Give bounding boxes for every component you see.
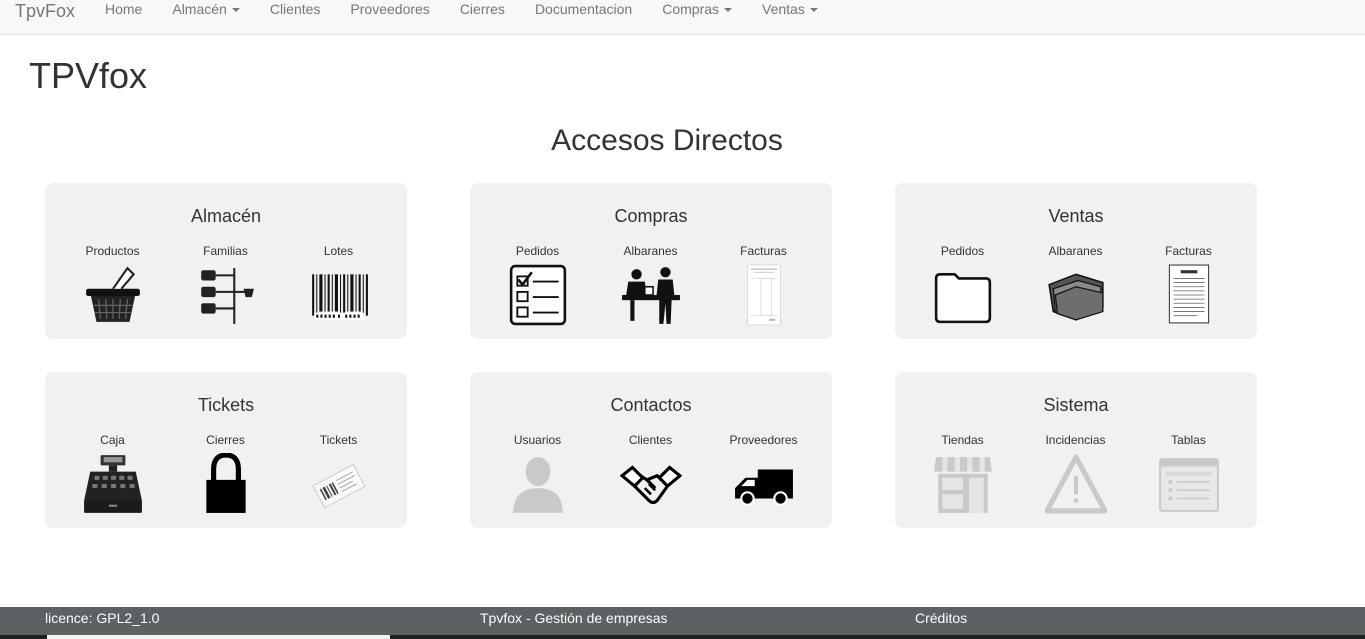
shop-icon xyxy=(933,457,992,513)
navbar-menu: Home Almacén Clientes Proveedores Cierre… xyxy=(90,0,833,20)
footer: licence: GPL2_1.0 Tpvfox - Gestión de em… xyxy=(0,607,1365,639)
shortcut-label: Pedidos xyxy=(940,244,985,258)
shortcut-label: Lotes xyxy=(323,244,354,258)
shopping-basket-icon xyxy=(85,266,140,322)
shortcut-tablas[interactable]: Tablas xyxy=(1132,433,1245,523)
card-contactos: Contactos Usuarios Clientes Proveedores xyxy=(470,372,832,528)
shortcut-tickets[interactable]: Tickets xyxy=(282,433,395,523)
table-window-icon xyxy=(1158,458,1219,512)
shortcut-clientes[interactable]: Clientes xyxy=(594,433,707,523)
delivery-van-icon xyxy=(734,469,793,506)
checklist-icon xyxy=(509,264,566,326)
shortcut-label: Productos xyxy=(85,244,140,258)
card-title: Contactos xyxy=(610,395,692,415)
card-title: Tickets xyxy=(197,395,255,415)
navbar-brand[interactable]: TpvFox xyxy=(15,1,75,22)
card-title: Compras xyxy=(614,206,688,226)
page-title: TPVfox xyxy=(29,55,148,96)
shortcut-productos[interactable]: Productos xyxy=(56,244,169,334)
nav-documentacion[interactable]: Documentacion xyxy=(520,0,647,20)
nav-proveedores[interactable]: Proveedores xyxy=(335,0,444,20)
nav-cierres[interactable]: Cierres xyxy=(445,0,520,20)
shortcut-label: Facturas xyxy=(740,244,787,258)
card-sistema: Sistema Tiendas Incidencias Tablas xyxy=(895,372,1257,528)
shortcut-compras-facturas[interactable]: Facturas xyxy=(707,244,820,334)
caret-down-icon xyxy=(809,8,818,13)
shortcut-label: Tiendas xyxy=(941,433,984,447)
shortcut-label: Albaranes xyxy=(1048,244,1103,258)
card-ventas: Ventas Pedidos Albaranes Facturas xyxy=(895,183,1257,339)
footer-company: Tpvfox - Gestión de empresas xyxy=(480,610,668,626)
shortcut-label: Albaranes xyxy=(623,244,678,258)
receipt-ticket-icon xyxy=(311,463,366,509)
shortcut-label: Incidencias xyxy=(1045,433,1106,447)
shortcut-ventas-facturas[interactable]: Facturas xyxy=(1132,244,1245,334)
shortcut-label: Familias xyxy=(203,244,248,258)
card-almacen: Almacén Productos Familias Lotes xyxy=(45,183,407,339)
invoice-paper-icon xyxy=(746,264,781,326)
invoice-document-icon xyxy=(1168,264,1209,324)
family-tree-icon xyxy=(200,268,254,324)
top-navbar: TpvFox Home Almacén Clientes Proveedores… xyxy=(0,0,1365,35)
folder-open-icon xyxy=(1047,273,1104,321)
handshake-icon xyxy=(619,465,682,505)
nav-home[interactable]: Home xyxy=(90,0,157,20)
shortcut-label: Pedidos xyxy=(515,244,560,258)
nav-ventas-dropdown[interactable]: Ventas xyxy=(747,0,833,20)
shortcut-label: Tablas xyxy=(1171,433,1206,447)
shortcut-label: Cierres xyxy=(206,433,245,447)
shortcut-ventas-pedidos[interactable]: Pedidos xyxy=(906,244,1019,334)
shortcut-cierres[interactable]: Cierres xyxy=(169,433,282,523)
caret-down-icon xyxy=(724,8,733,13)
footer-credits-link[interactable]: Créditos xyxy=(915,610,967,626)
horizontal-scrollbar-thumb[interactable] xyxy=(47,635,390,639)
shortcut-label: Caja xyxy=(100,433,125,447)
footer-licence: licence: GPL2_1.0 xyxy=(45,610,160,626)
caret-down-icon xyxy=(231,8,240,13)
nav-compras-dropdown[interactable]: Compras xyxy=(647,0,747,20)
shortcut-label: Facturas xyxy=(1165,244,1212,258)
shortcut-label: Proveedores xyxy=(729,433,798,447)
shortcut-familias[interactable]: Familias xyxy=(169,244,282,334)
card-title: Ventas xyxy=(1048,206,1104,226)
warning-icon xyxy=(1044,454,1107,514)
shortcut-usuarios[interactable]: Usuarios xyxy=(481,433,594,523)
shortcut-ventas-albaranes[interactable]: Albaranes xyxy=(1019,244,1132,334)
shortcut-incidencias[interactable]: Incidencias xyxy=(1019,433,1132,523)
shortcut-compras-pedidos[interactable]: Pedidos xyxy=(481,244,594,334)
shortcut-proveedores[interactable]: Proveedores xyxy=(707,433,820,523)
shortcut-compras-albaranes[interactable]: Albaranes xyxy=(594,244,707,334)
card-tickets: Tickets Caja Cierres Tickets xyxy=(45,372,407,528)
shortcut-label: Tickets xyxy=(319,433,358,447)
shortcut-tiendas[interactable]: Tiendas xyxy=(906,433,1019,523)
section-title: Accesos Directos xyxy=(551,124,783,157)
user-icon xyxy=(512,457,563,513)
nav-almacen-dropdown[interactable]: Almacén xyxy=(157,0,254,20)
folder-outline-icon xyxy=(934,273,991,324)
card-compras: Compras Pedidos Albaranes Facturas xyxy=(470,183,832,339)
barcode-icon xyxy=(311,274,368,320)
shortcut-label: Usuarios xyxy=(513,433,562,447)
shortcut-label: Clientes xyxy=(628,433,673,447)
padlock-icon xyxy=(205,453,246,513)
shortcut-lotes[interactable]: Lotes xyxy=(282,244,395,334)
nav-clientes[interactable]: Clientes xyxy=(255,0,336,20)
card-title: Sistema xyxy=(1043,395,1109,415)
cash-register-icon xyxy=(83,455,142,513)
shortcut-caja[interactable]: Caja xyxy=(56,433,169,523)
card-title: Almacén xyxy=(190,206,262,226)
counter-service-icon xyxy=(621,267,680,324)
